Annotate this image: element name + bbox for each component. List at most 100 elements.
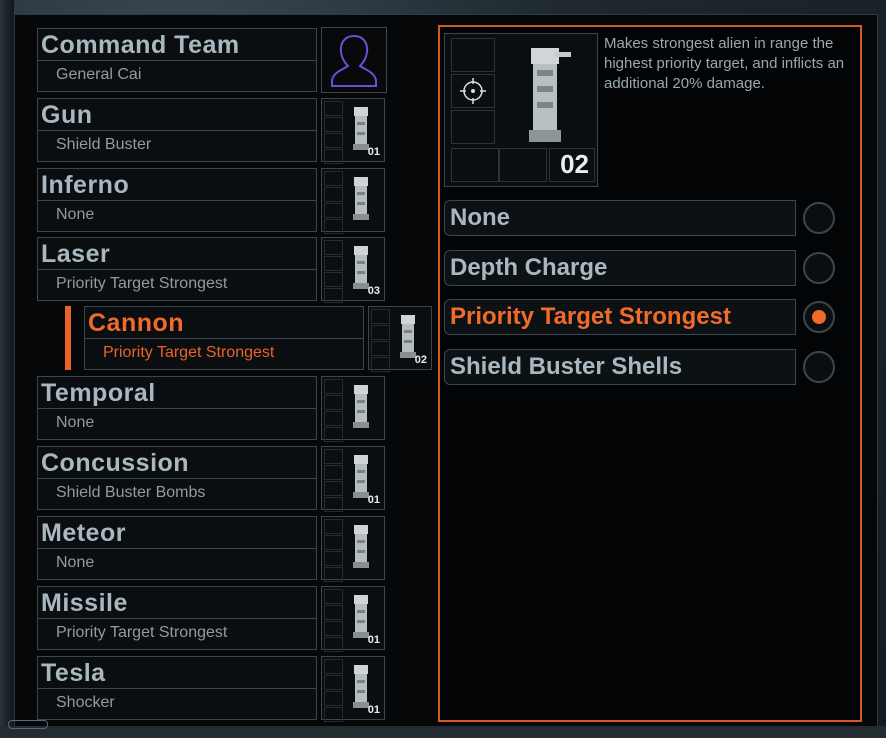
cannon-tower-icon [529, 48, 571, 142]
tesla-tower-icon [353, 665, 369, 708]
option-label: Shield Buster Shells [450, 353, 683, 380]
item-title: Concussion [41, 449, 190, 477]
option-radio[interactable] [803, 301, 835, 333]
tower-level: 02 [560, 149, 589, 179]
item-title: Laser [41, 240, 111, 268]
item-subtitle: None [56, 206, 95, 223]
tower-thumbnail[interactable]: 02 [368, 306, 432, 372]
item-subtitle: Priority Target Strongest [103, 344, 275, 361]
option-radio[interactable] [803, 252, 835, 284]
slot-empty [499, 148, 547, 182]
tower-thumbnail[interactable] [321, 168, 385, 234]
list-item-concussion[interactable]: Concussion Shield Buster Bombs 01 [37, 446, 387, 512]
tower-card[interactable]: Missile Priority Target Strongest [37, 586, 317, 650]
tower-card[interactable]: Temporal None [37, 376, 317, 440]
tower-level: 02 [414, 354, 427, 366]
divider [38, 130, 316, 131]
item-title: Command Team [41, 31, 240, 59]
tower-thumbnail[interactable]: 01 [321, 586, 385, 652]
item-subtitle: General Cai [56, 66, 142, 83]
list-item-temporal[interactable]: Temporal None [37, 376, 387, 442]
list-item-cannon[interactable]: Cannon Priority Target Strongest 02 [84, 306, 434, 372]
list-item-missile[interactable]: Missile Priority Target Strongest 01 [37, 586, 387, 652]
item-title: Cannon [88, 309, 185, 337]
item-title: Inferno [41, 171, 130, 199]
tower-thumbnail[interactable]: 01 [321, 98, 385, 164]
option-label: None [450, 204, 510, 231]
upgrade-option[interactable]: Shield Buster Shells [444, 349, 796, 385]
upgrade-option[interactable]: Depth Charge [444, 250, 796, 286]
item-subtitle: None [56, 414, 95, 431]
bottom-bezel [0, 726, 886, 738]
detail-tower-tile: 02 [444, 33, 598, 187]
command-team-card[interactable]: Command Team General Cai [37, 28, 317, 92]
slot-empty [451, 148, 499, 182]
selection-marker [65, 306, 71, 370]
slot-grid [324, 240, 343, 303]
temporal-tower-icon [353, 385, 369, 428]
commander-silhouette-icon[interactable] [321, 27, 387, 93]
laser-tower-icon [353, 246, 369, 289]
tower-level: 01 [367, 494, 380, 506]
crosshair-icon [460, 78, 486, 104]
option-radio[interactable] [803, 351, 835, 383]
tower-thumbnail[interactable] [321, 376, 385, 442]
divider [38, 200, 316, 201]
item-title: Missile [41, 589, 128, 617]
list-item-meteor[interactable]: Meteor None [37, 516, 387, 582]
option-label: Depth Charge [450, 254, 608, 281]
tower-card[interactable]: Cannon Priority Target Strongest [84, 306, 364, 370]
list-item-inferno[interactable]: Inferno None [37, 168, 387, 234]
list-item-laser[interactable]: Laser Priority Target Strongest 03 [37, 237, 387, 303]
divider [38, 618, 316, 619]
item-subtitle: Shocker [56, 694, 115, 711]
upgrade-option[interactable]: None [444, 200, 796, 236]
divider [38, 548, 316, 549]
tower-card[interactable]: Meteor None [37, 516, 317, 580]
slot-empty [451, 38, 495, 72]
item-title: Gun [41, 101, 93, 129]
item-subtitle: Priority Target Strongest [56, 275, 228, 292]
concussion-tower-icon [353, 455, 369, 498]
tower-thumbnail[interactable]: 01 [321, 446, 385, 512]
divider [85, 338, 363, 339]
tower-thumbnail[interactable]: 03 [321, 237, 385, 303]
tower-card[interactable]: Laser Priority Target Strongest [37, 237, 317, 301]
option-label: Priority Target Strongest [450, 303, 731, 330]
item-subtitle: None [56, 554, 95, 571]
divider [38, 269, 316, 270]
item-title: Meteor [41, 519, 126, 547]
tower-level: 03 [367, 285, 380, 297]
slot-grid [324, 449, 343, 512]
slot-grid [324, 519, 343, 582]
scroll-indicator[interactable] [8, 720, 48, 729]
item-title: Temporal [41, 379, 156, 407]
tower-level: 01 [367, 634, 380, 646]
missile-tower-icon [353, 595, 369, 638]
tower-card[interactable]: Gun Shield Buster [37, 98, 317, 162]
slot-grid [371, 309, 390, 372]
tower-card[interactable]: Inferno None [37, 168, 317, 232]
tower-level: 01 [367, 146, 380, 158]
item-title: Tesla [41, 659, 106, 687]
tower-level: 01 [367, 704, 380, 716]
divider [38, 60, 316, 61]
gun-tower-icon [353, 107, 369, 150]
list-item-gun[interactable]: Gun Shield Buster 01 [37, 98, 387, 164]
option-radio[interactable] [803, 202, 835, 234]
item-subtitle: Shield Buster [56, 136, 152, 153]
divider [38, 478, 316, 479]
upgrade-description: Makes strongest alien in range the highe… [604, 35, 845, 92]
tower-thumbnail[interactable] [321, 516, 385, 582]
inferno-tower-icon [353, 177, 369, 220]
tower-card[interactable]: Concussion Shield Buster Bombs [37, 446, 317, 510]
tower-card[interactable]: Tesla Shocker [37, 656, 317, 720]
slot-grid [324, 101, 343, 164]
divider [38, 688, 316, 689]
list-item-tesla[interactable]: Tesla Shocker 01 [37, 656, 387, 722]
upgrade-option[interactable]: Priority Target Strongest [444, 299, 796, 335]
tower-thumbnail[interactable]: 01 [321, 656, 385, 722]
item-subtitle: Shield Buster Bombs [56, 484, 206, 501]
slot-empty [451, 110, 495, 144]
slot-target [451, 74, 495, 108]
